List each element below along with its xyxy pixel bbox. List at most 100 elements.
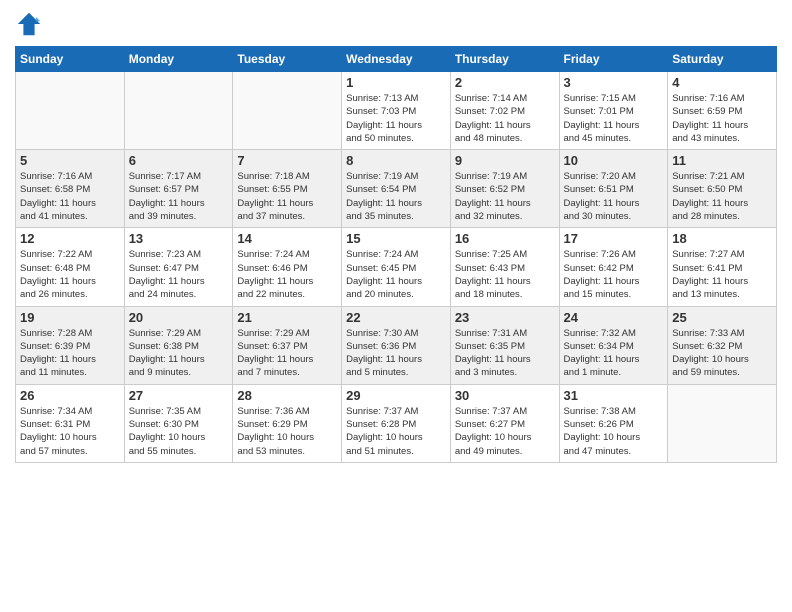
day-number: 30 bbox=[455, 388, 555, 403]
day-info: Sunrise: 7:38 AM Sunset: 6:26 PM Dayligh… bbox=[564, 405, 664, 458]
day-cell: 26Sunrise: 7:34 AM Sunset: 6:31 PM Dayli… bbox=[16, 384, 125, 462]
day-number: 6 bbox=[129, 153, 229, 168]
day-info: Sunrise: 7:23 AM Sunset: 6:47 PM Dayligh… bbox=[129, 248, 229, 301]
day-cell bbox=[233, 72, 342, 150]
day-number: 10 bbox=[564, 153, 664, 168]
day-number: 9 bbox=[455, 153, 555, 168]
day-cell: 6 Sunrise: 7:17 AM Sunset: 6:57 PM Daylig… bbox=[124, 150, 233, 228]
day-cell: 9 Sunrise: 7:19 AM Sunset: 6:52 PM Daylig… bbox=[450, 150, 559, 228]
day-info: Sunrise: 7:31 AM Sunset: 6:35 PM Dayligh… bbox=[455, 327, 555, 380]
day-number: 17 bbox=[564, 231, 664, 246]
day-cell bbox=[124, 72, 233, 150]
day-cell: 7 Sunrise: 7:18 AM Sunset: 6:55 PM Daylig… bbox=[233, 150, 342, 228]
day-cell: 31 Sunrise: 7:38 AM Sunset: 6:26 PM Dayli… bbox=[559, 384, 668, 462]
day-cell: 23 Sunrise: 7:31 AM Sunset: 6:35 PM Dayli… bbox=[450, 306, 559, 384]
day-info: Sunrise: 7:16 AM Sunset: 6:58 PM Dayligh… bbox=[20, 170, 120, 223]
day-number: 18 bbox=[672, 231, 772, 246]
day-number: 1 bbox=[346, 75, 446, 90]
week-row-3: 12 Sunrise: 7:22 AM Sunset: 6:48 PM Dayli… bbox=[16, 228, 777, 306]
day-number: 13 bbox=[129, 231, 229, 246]
day-info: Sunrise: 7:18 AM Sunset: 6:55 PM Dayligh… bbox=[237, 170, 337, 223]
day-cell: 3Sunrise: 7:15 AM Sunset: 7:01 PM Daylig… bbox=[559, 72, 668, 150]
day-cell: 2 Sunrise: 7:14 AM Sunset: 7:02 PM Daylig… bbox=[450, 72, 559, 150]
day-number: 24 bbox=[564, 310, 664, 325]
day-info: Sunrise: 7:34 AM Sunset: 6:31 PM Dayligh… bbox=[20, 405, 120, 458]
day-cell: 22Sunrise: 7:30 AM Sunset: 6:36 PM Dayli… bbox=[342, 306, 451, 384]
day-cell: 11Sunrise: 7:21 AM Sunset: 6:50 PM Dayli… bbox=[668, 150, 777, 228]
day-number: 4 bbox=[672, 75, 772, 90]
day-cell: 19 Sunrise: 7:28 AM Sunset: 6:39 PM Dayli… bbox=[16, 306, 125, 384]
day-number: 14 bbox=[237, 231, 337, 246]
day-info: Sunrise: 7:13 AM Sunset: 7:03 PM Dayligh… bbox=[346, 92, 446, 145]
day-info: Sunrise: 7:19 AM Sunset: 6:52 PM Dayligh… bbox=[455, 170, 555, 223]
logo-icon bbox=[15, 10, 43, 38]
day-cell: 5 Sunrise: 7:16 AM Sunset: 6:58 PM Daylig… bbox=[16, 150, 125, 228]
day-info: Sunrise: 7:19 AM Sunset: 6:54 PM Dayligh… bbox=[346, 170, 446, 223]
day-cell bbox=[668, 384, 777, 462]
day-cell: 16Sunrise: 7:25 AM Sunset: 6:43 PM Dayli… bbox=[450, 228, 559, 306]
day-cell: 17 Sunrise: 7:26 AM Sunset: 6:42 PM Dayli… bbox=[559, 228, 668, 306]
day-number: 16 bbox=[455, 231, 555, 246]
day-cell: 18Sunrise: 7:27 AM Sunset: 6:41 PM Dayli… bbox=[668, 228, 777, 306]
weekday-header-sunday: Sunday bbox=[16, 47, 125, 72]
week-row-2: 5 Sunrise: 7:16 AM Sunset: 6:58 PM Daylig… bbox=[16, 150, 777, 228]
day-info: Sunrise: 7:24 AM Sunset: 6:46 PM Dayligh… bbox=[237, 248, 337, 301]
day-number: 8 bbox=[346, 153, 446, 168]
day-number: 31 bbox=[564, 388, 664, 403]
day-info: Sunrise: 7:33 AM Sunset: 6:32 PM Dayligh… bbox=[672, 327, 772, 380]
day-info: Sunrise: 7:16 AM Sunset: 6:59 PM Dayligh… bbox=[672, 92, 772, 145]
weekday-header-wednesday: Wednesday bbox=[342, 47, 451, 72]
day-cell: 25 Sunrise: 7:33 AM Sunset: 6:32 PM Dayli… bbox=[668, 306, 777, 384]
day-cell: 8 Sunrise: 7:19 AM Sunset: 6:54 PM Daylig… bbox=[342, 150, 451, 228]
day-cell: 21Sunrise: 7:29 AM Sunset: 6:37 PM Dayli… bbox=[233, 306, 342, 384]
day-info: Sunrise: 7:17 AM Sunset: 6:57 PM Dayligh… bbox=[129, 170, 229, 223]
weekday-header-tuesday: Tuesday bbox=[233, 47, 342, 72]
day-info: Sunrise: 7:20 AM Sunset: 6:51 PM Dayligh… bbox=[564, 170, 664, 223]
day-cell: 13 Sunrise: 7:23 AM Sunset: 6:47 PM Dayli… bbox=[124, 228, 233, 306]
day-number: 15 bbox=[346, 231, 446, 246]
day-number: 2 bbox=[455, 75, 555, 90]
logo bbox=[15, 10, 47, 38]
day-number: 12 bbox=[20, 231, 120, 246]
day-number: 20 bbox=[129, 310, 229, 325]
day-info: Sunrise: 7:22 AM Sunset: 6:48 PM Dayligh… bbox=[20, 248, 120, 301]
day-number: 23 bbox=[455, 310, 555, 325]
weekday-header-friday: Friday bbox=[559, 47, 668, 72]
day-info: Sunrise: 7:32 AM Sunset: 6:34 PM Dayligh… bbox=[564, 327, 664, 380]
day-number: 5 bbox=[20, 153, 120, 168]
day-info: Sunrise: 7:21 AM Sunset: 6:50 PM Dayligh… bbox=[672, 170, 772, 223]
day-cell: 10 Sunrise: 7:20 AM Sunset: 6:51 PM Dayli… bbox=[559, 150, 668, 228]
day-info: Sunrise: 7:28 AM Sunset: 6:39 PM Dayligh… bbox=[20, 327, 120, 380]
day-number: 7 bbox=[237, 153, 337, 168]
day-cell: 27 Sunrise: 7:35 AM Sunset: 6:30 PM Dayli… bbox=[124, 384, 233, 462]
day-number: 25 bbox=[672, 310, 772, 325]
day-cell: 20Sunrise: 7:29 AM Sunset: 6:38 PM Dayli… bbox=[124, 306, 233, 384]
weekday-header-row: SundayMondayTuesdayWednesdayThursdayFrid… bbox=[16, 47, 777, 72]
day-cell: 30 Sunrise: 7:37 AM Sunset: 6:27 PM Dayli… bbox=[450, 384, 559, 462]
week-row-4: 19 Sunrise: 7:28 AM Sunset: 6:39 PM Dayli… bbox=[16, 306, 777, 384]
day-cell bbox=[16, 72, 125, 150]
day-cell: 1 Sunrise: 7:13 AM Sunset: 7:03 PM Daylig… bbox=[342, 72, 451, 150]
day-info: Sunrise: 7:24 AM Sunset: 6:45 PM Dayligh… bbox=[346, 248, 446, 301]
day-cell: 15 Sunrise: 7:24 AM Sunset: 6:45 PM Dayli… bbox=[342, 228, 451, 306]
day-info: Sunrise: 7:26 AM Sunset: 6:42 PM Dayligh… bbox=[564, 248, 664, 301]
day-info: Sunrise: 7:14 AM Sunset: 7:02 PM Dayligh… bbox=[455, 92, 555, 145]
day-cell: 24 Sunrise: 7:32 AM Sunset: 6:34 PM Dayli… bbox=[559, 306, 668, 384]
calendar: SundayMondayTuesdayWednesdayThursdayFrid… bbox=[15, 46, 777, 463]
day-info: Sunrise: 7:35 AM Sunset: 6:30 PM Dayligh… bbox=[129, 405, 229, 458]
day-cell: 28 Sunrise: 7:36 AM Sunset: 6:29 PM Dayli… bbox=[233, 384, 342, 462]
day-info: Sunrise: 7:37 AM Sunset: 6:28 PM Dayligh… bbox=[346, 405, 446, 458]
day-cell: 14 Sunrise: 7:24 AM Sunset: 6:46 PM Dayli… bbox=[233, 228, 342, 306]
day-info: Sunrise: 7:30 AM Sunset: 6:36 PM Dayligh… bbox=[346, 327, 446, 380]
day-number: 27 bbox=[129, 388, 229, 403]
day-info: Sunrise: 7:37 AM Sunset: 6:27 PM Dayligh… bbox=[455, 405, 555, 458]
week-row-1: 1 Sunrise: 7:13 AM Sunset: 7:03 PM Daylig… bbox=[16, 72, 777, 150]
day-info: Sunrise: 7:36 AM Sunset: 6:29 PM Dayligh… bbox=[237, 405, 337, 458]
day-number: 19 bbox=[20, 310, 120, 325]
weekday-header-saturday: Saturday bbox=[668, 47, 777, 72]
day-number: 29 bbox=[346, 388, 446, 403]
page: SundayMondayTuesdayWednesdayThursdayFrid… bbox=[0, 0, 792, 478]
day-number: 28 bbox=[237, 388, 337, 403]
week-row-5: 26Sunrise: 7:34 AM Sunset: 6:31 PM Dayli… bbox=[16, 384, 777, 462]
day-info: Sunrise: 7:29 AM Sunset: 6:37 PM Dayligh… bbox=[237, 327, 337, 380]
